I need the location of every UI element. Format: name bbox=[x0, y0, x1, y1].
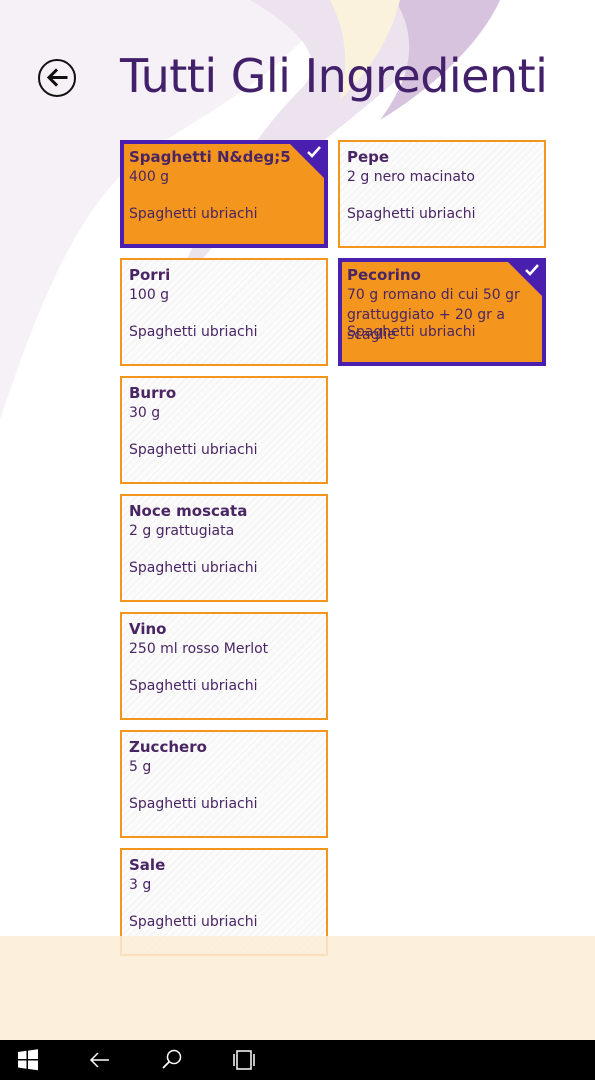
ingredient-recipe: Spaghetti ubriachi bbox=[129, 324, 258, 340]
checkmark-icon bbox=[307, 146, 321, 158]
ingredient-recipe: Spaghetti ubriachi bbox=[347, 324, 476, 340]
search-icon bbox=[162, 1049, 182, 1069]
windows-start-icon bbox=[18, 1049, 38, 1071]
ingredient-recipe: Spaghetti ubriachi bbox=[129, 796, 258, 812]
ingredient-name: Pepe bbox=[347, 148, 390, 166]
ingredient-quantity: 3 g bbox=[129, 877, 152, 893]
ingredient-name: Sale bbox=[129, 856, 166, 874]
checkmark-icon bbox=[525, 264, 539, 276]
task-view-icon bbox=[233, 1050, 255, 1070]
ingredient-tile-spaghetti[interactable]: Spaghetti N&deg;5 400 g Spaghetti ubriac… bbox=[120, 140, 328, 248]
ingredient-tile-pepe[interactable]: Pepe 2 g nero macinato Spaghetti ubriach… bbox=[338, 140, 546, 248]
ingredient-tile-noce-moscata[interactable]: Noce moscata 2 g grattugiata Spaghetti u… bbox=[120, 494, 328, 602]
back-arrow-icon bbox=[89, 1052, 109, 1068]
ingredient-quantity: 250 ml rosso Merlot bbox=[129, 641, 269, 657]
ingredient-tile-vino[interactable]: Vino 250 ml rosso Merlot Spaghetti ubria… bbox=[120, 612, 328, 720]
ingredient-name: Burro bbox=[129, 384, 177, 402]
ingredient-recipe: Spaghetti ubriachi bbox=[347, 206, 476, 222]
ingredient-quantity: 2 g nero macinato bbox=[347, 169, 475, 185]
ingredient-quantity: 100 g bbox=[129, 287, 170, 303]
ingredient-recipe: Spaghetti ubriachi bbox=[129, 678, 258, 694]
ingredient-recipe: Spaghetti ubriachi bbox=[129, 914, 258, 930]
ingredient-tile-pecorino[interactable]: Pecorino 70 g romano di cui 50 gr grattu… bbox=[338, 258, 546, 366]
bottom-app-bar bbox=[0, 936, 595, 1040]
ingredient-name: Vino bbox=[129, 620, 167, 638]
ingredient-quantity: 5 g bbox=[129, 759, 152, 775]
system-taskbar bbox=[0, 1040, 595, 1080]
ingredient-quantity: 2 g grattugiata bbox=[129, 523, 235, 539]
task-view-button[interactable] bbox=[219, 1040, 269, 1080]
ingredient-tile-porri[interactable]: Porri 100 g Spaghetti ubriachi bbox=[120, 258, 328, 366]
ingredient-tile-burro[interactable]: Burro 30 g Spaghetti ubriachi bbox=[120, 376, 328, 484]
ingredient-recipe: Spaghetti ubriachi bbox=[129, 206, 258, 222]
ingredient-grid: Spaghetti N&deg;5 400 g Spaghetti ubriac… bbox=[0, 0, 595, 960]
ingredient-name: Zucchero bbox=[129, 738, 207, 756]
ingredient-recipe: Spaghetti ubriachi bbox=[129, 560, 258, 576]
taskbar-back-button[interactable] bbox=[75, 1040, 125, 1080]
ingredient-name: Noce moscata bbox=[129, 502, 248, 520]
ingredient-quantity: 30 g bbox=[129, 405, 161, 421]
ingredient-tile-zucchero[interactable]: Zucchero 5 g Spaghetti ubriachi bbox=[120, 730, 328, 838]
start-button[interactable] bbox=[3, 1040, 53, 1080]
ingredient-name: Porri bbox=[129, 266, 171, 284]
taskbar-search-button[interactable] bbox=[147, 1040, 197, 1080]
ingredient-recipe: Spaghetti ubriachi bbox=[129, 442, 258, 458]
